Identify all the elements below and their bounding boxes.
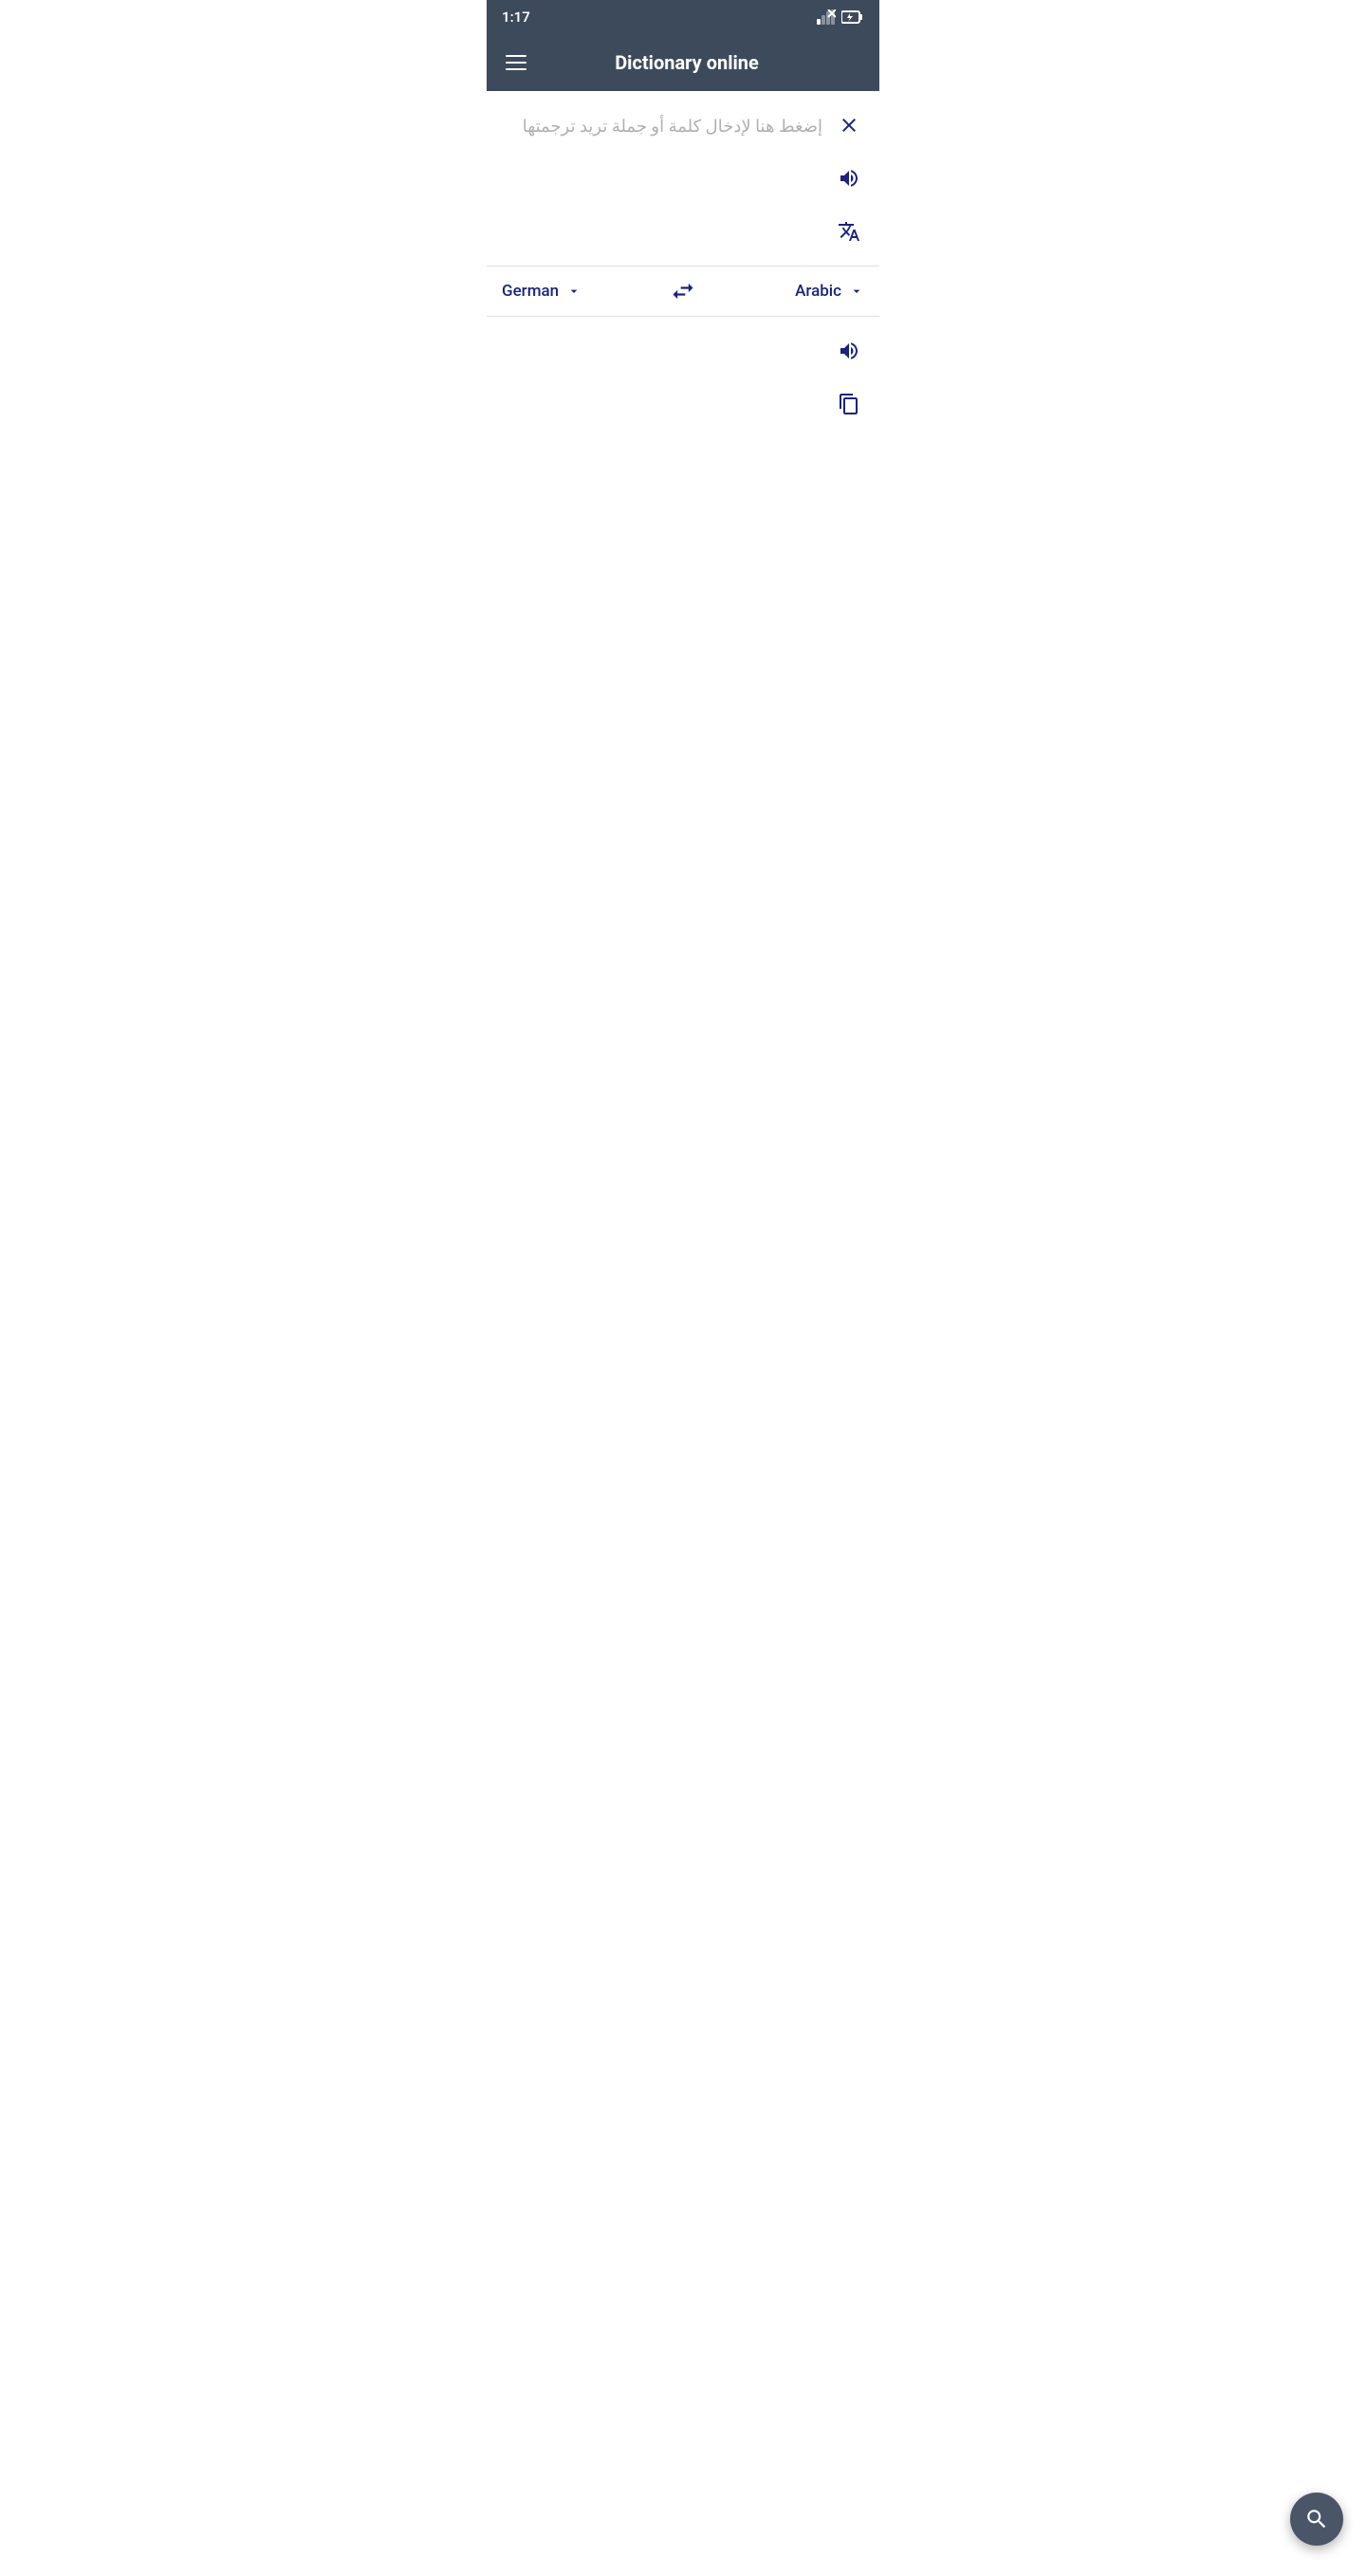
chevron-down-icon-2 xyxy=(849,284,864,299)
search-fab-icon xyxy=(1304,2507,1329,2531)
translate-button[interactable] xyxy=(834,216,864,247)
status-icons xyxy=(817,9,864,25)
source-language-label: German xyxy=(502,282,559,301)
target-language-selector[interactable]: Arabic xyxy=(708,282,864,301)
volume-icon xyxy=(838,167,860,190)
speaker-output-button[interactable] xyxy=(834,336,864,366)
main-content: إضغط هنا لإدخال كلمة أو جملة تريد ترجمته… xyxy=(487,91,879,912)
empty-content-area xyxy=(487,438,879,912)
battery-icon xyxy=(841,9,864,25)
close-icon xyxy=(838,114,860,137)
chevron-down-icon xyxy=(566,284,581,299)
app-title: Dictionary online xyxy=(549,51,824,74)
source-language-selector[interactable]: German xyxy=(502,282,658,301)
target-language-label: Arabic xyxy=(795,282,841,301)
clear-button[interactable] xyxy=(834,110,864,140)
input-section[interactable]: إضغط هنا لإدخال كلمة أو جملة تريد ترجمته… xyxy=(487,91,879,267)
swap-icon xyxy=(670,278,696,304)
input-placeholder[interactable]: إضغط هنا لإدخال كلمة أو جملة تريد ترجمته… xyxy=(506,110,822,141)
output-actions xyxy=(834,336,864,419)
speaker-button[interactable] xyxy=(834,163,864,193)
menu-icon-line3 xyxy=(506,68,526,70)
search-fab-button[interactable] xyxy=(1290,2493,1343,2546)
menu-icon xyxy=(506,55,526,57)
menu-button[interactable] xyxy=(502,51,530,74)
volume-output-icon xyxy=(838,340,860,362)
status-bar: 1:17 xyxy=(487,0,879,34)
app-header: Dictionary online xyxy=(487,34,879,91)
copy-icon xyxy=(838,393,860,415)
swap-languages-button[interactable] xyxy=(658,278,708,304)
copy-button[interactable] xyxy=(834,389,864,419)
menu-icon-line2 xyxy=(506,62,526,64)
input-actions xyxy=(834,110,864,247)
language-bar: German Arabic xyxy=(487,267,879,317)
status-time: 1:17 xyxy=(502,9,530,26)
translate-icon xyxy=(838,220,860,243)
signal-icon xyxy=(817,9,836,25)
output-section xyxy=(487,317,879,438)
